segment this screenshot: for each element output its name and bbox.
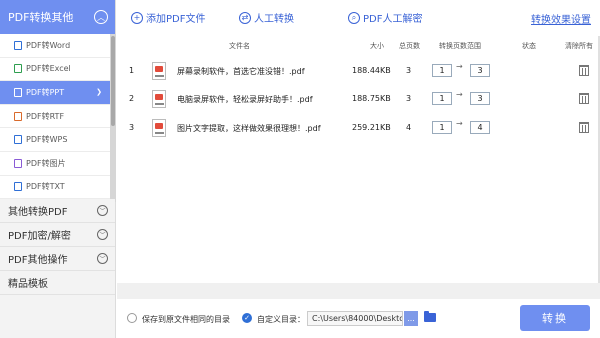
row-pages: 3 [406,66,412,75]
sidebar-item-pdf-to-ppt[interactable]: PDF转PPT [0,81,110,105]
rtf-file-icon [14,111,22,121]
category-premium-templates[interactable]: 精品模板 [0,271,115,296]
wps-file-icon [14,135,22,145]
chevron-down-icon: ﹀ [97,205,108,217]
sidebar: PDF转换其他 ︿ PDF转Word PDF转Excel PDF转PPT PDF… [0,0,116,338]
sidebar-item-pdf-to-rtf[interactable]: PDF转RTF [0,105,110,129]
manual-convert-button[interactable]: ⇄ 人工转换 [239,10,294,25]
trash-icon[interactable] [579,65,589,76]
row-index: 2 [129,94,135,103]
folder-icon[interactable] [424,311,436,322]
add-pdf-button[interactable]: + 添加PDF文件 [131,10,205,25]
header-size: 大小 [370,42,384,50]
table-row[interactable]: 2 电脑录屏软件，轻松录屏好助手！.pdf 188.75KB 3 1 → 3 [117,88,600,112]
sidebar-scrollbar[interactable] [110,34,116,202]
category-label: PDF加密/解密 [8,231,71,243]
chevron-up-icon[interactable]: ︿ [94,10,108,24]
sidebar-item-label: PDF转PPT [26,87,65,97]
chevron-down-icon: ﹀ [97,229,108,241]
search-icon: ⌕ [348,11,360,24]
sidebar-item-pdf-to-image[interactable]: PDF转图片 [0,152,110,176]
header-range: 转换页数范围 [439,42,481,50]
pdf-file-icon [152,62,166,80]
row-index: 1 [129,66,135,75]
plus-icon: + [131,11,143,24]
save-same-dir-label: 保存到原文件相同的目录 [142,315,230,324]
sidebar-header-label: PDF转换其他 [8,11,74,24]
manual-decrypt-label: PDF人工解密 [363,14,423,25]
row-filename: 电脑录屏软件，轻松录屏好助手！.pdf [177,95,313,104]
custom-dir-radio[interactable]: ✓ [242,313,252,323]
convert-button[interactable]: 转换 [520,305,590,331]
chevron-down-icon: ﹀ [97,253,108,265]
sidebar-item-pdf-to-wps[interactable]: PDF转WPS [0,128,110,152]
range-to-input[interactable]: 3 [470,64,490,77]
row-size: 188.75KB [352,94,391,103]
range-from-input[interactable]: 1 [432,121,452,134]
sidebar-sub-list: PDF转Word PDF转Excel PDF转PPT PDF转RTF PDF转W… [0,34,110,200]
category-other-to-pdf[interactable]: 其他转换PDF ﹀ [0,199,115,224]
arrow-right-icon: → [456,119,463,128]
trash-icon[interactable] [579,93,589,104]
row-size: 259.21KB [352,123,391,132]
sidebar-item-pdf-to-excel[interactable]: PDF转Excel [0,58,110,82]
manual-convert-label: 人工转换 [254,14,294,25]
output-path-field[interactable]: C:\Users\84000\Desktop\ [307,311,403,326]
row-pages: 3 [406,94,412,103]
header-status: 状态 [522,42,536,50]
list-footer-band [117,283,600,299]
category-pdf-encrypt-decrypt[interactable]: PDF加密/解密 ﹀ [0,223,115,248]
swap-icon: ⇄ [239,11,251,24]
output-options-bar: 保存到原文件相同的目录 ✓ 自定义目录： C:\Users\84000\Desk… [117,299,600,338]
manual-decrypt-button[interactable]: ⌕ PDF人工解密 [348,10,422,25]
range-from-input[interactable]: 1 [432,64,452,77]
sidebar-item-label: PDF转TXT [26,182,65,192]
save-same-dir-radio[interactable] [127,313,137,323]
row-pages: 4 [406,123,412,132]
header-filename: 文件名 [229,42,250,50]
category-label: 其他转换PDF [8,207,68,219]
sidebar-item-label: PDF转RTF [26,111,65,121]
arrow-right-icon: → [456,90,463,99]
range-to-input[interactable]: 3 [470,92,490,105]
main-panel: + 添加PDF文件 ⇄ 人工转换 ⌕ PDF人工解密 转换效果设置 文件名 大小… [117,0,600,338]
category-pdf-other-ops[interactable]: PDF其他操作 ﹀ [0,247,115,272]
category-label: PDF其他操作 [8,255,68,267]
add-pdf-label: 添加PDF文件 [146,14,206,25]
table-header: 文件名 大小 总页数 转换页数范围 状态 清除所有 [117,38,600,54]
sidebar-item-label: PDF转Excel [26,64,71,74]
toolbar: + 添加PDF文件 ⇄ 人工转换 ⌕ PDF人工解密 转换效果设置 [117,0,600,36]
browse-button[interactable]: ... [404,311,418,326]
sidebar-header-pdf-convert-other[interactable]: PDF转换其他 ︿ [0,0,115,34]
table-row[interactable]: 3 图片文字提取，这样做效果很理想！.pdf 259.21KB 4 1 → 4 [117,117,600,141]
custom-dir-label: 自定义目录： [257,315,305,324]
category-label: 精品模板 [8,279,48,291]
sidebar-item-label: PDF转WPS [26,135,68,145]
sidebar-item-label: PDF转Word [26,40,71,50]
clear-all-button[interactable]: 清除所有 [565,41,593,51]
row-filename: 图片文字提取，这样做效果很理想！.pdf [177,124,321,133]
row-filename: 屏幕录制软件，首选它准没错！.pdf [177,67,305,76]
word-file-icon [14,40,22,50]
scrollbar-thumb[interactable] [111,36,115,126]
header-pages: 总页数 [399,42,420,50]
sidebar-item-label: PDF转图片 [26,158,66,168]
row-index: 3 [129,123,135,132]
row-size: 188.44KB [352,66,391,75]
image-file-icon [14,158,22,168]
txt-file-icon [14,182,22,192]
arrow-right-icon: → [456,62,463,71]
pdf-file-icon [152,90,166,108]
conversion-settings-link[interactable]: 转换效果设置 [531,11,591,26]
sidebar-item-pdf-to-txt[interactable]: PDF转TXT [0,176,110,200]
trash-icon[interactable] [579,122,589,133]
excel-file-icon [14,64,22,74]
range-to-input[interactable]: 4 [470,121,490,134]
pdf-file-icon [152,119,166,137]
range-from-input[interactable]: 1 [432,92,452,105]
sidebar-item-pdf-to-word[interactable]: PDF转Word [0,34,110,58]
ppt-file-icon [14,87,22,97]
table-row[interactable]: 1 屏幕录制软件，首选它准没错！.pdf 188.44KB 3 1 → 3 [117,60,600,84]
